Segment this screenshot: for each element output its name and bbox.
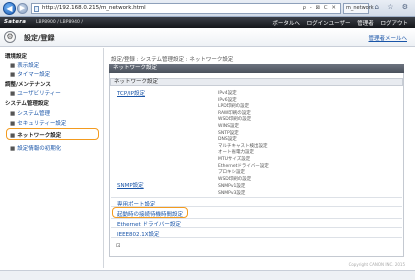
page-title: 設定/登録: [24, 34, 55, 42]
sidebar-item-usability[interactable]: ■ ユーザビリティー: [10, 89, 61, 97]
sidebar-head-preferences: 環境設定: [5, 54, 28, 60]
sidebar-item-initialize[interactable]: ■ 設定情報の初期化: [10, 144, 61, 152]
snmp-settings-link[interactable]: SNMP設定: [117, 181, 144, 189]
subsection-header: ネットワーク設定: [110, 78, 403, 86]
divider: [111, 218, 402, 219]
tcpip-item: RAW印刷の設定: [218, 110, 251, 116]
tcpip-item: プロキシ設定: [218, 170, 245, 176]
login-user: ログインユーザー: [306, 21, 351, 27]
copyright: Copyright CANON INC. 2015: [348, 262, 405, 267]
tcpip-settings-link[interactable]: TCP/IP設定: [117, 89, 145, 97]
admin-label: 管理者: [357, 21, 374, 27]
url-text: http://192.168.0.215/m_network.html: [42, 5, 146, 11]
browser-statusbar: [0, 270, 415, 280]
tcpip-item: LPD印刷の設定: [218, 104, 250, 110]
sidebar-item-timer[interactable]: ■ タイマー設定: [10, 70, 50, 78]
divider: [111, 197, 402, 198]
browser-tab[interactable]: m_network: [343, 3, 374, 14]
section-title: ネットワーク設定: [109, 64, 404, 73]
tcpip-item: IPv6設定: [218, 97, 237, 103]
sidebar: 環境設定 ■ 表示設定 ■ タイマー設定 調整/メンテナンス ■ ユーザビリティー シ…: [0, 48, 104, 268]
tcpip-item: MTUサイズ設定: [218, 157, 251, 162]
browser-toolbar: ◀ ▶ http://192.168.0.215/m_network.html …: [0, 0, 415, 17]
tcpip-item: マルチキャスト検出設定: [218, 143, 268, 149]
admin-mail-link[interactable]: 管理者メールへ: [368, 34, 407, 42]
breadcrumb: 設定/登録 : システム管理設定 : ネットワーク設定: [111, 57, 234, 63]
snmp-item: SNMPv3設定: [218, 191, 246, 196]
page-top-icon[interactable]: ⊡: [116, 243, 121, 249]
sidebar-item-display[interactable]: ■ 表示設定: [10, 61, 39, 69]
address-bar[interactable]: http://192.168.0.215/m_network.html ρ - …: [31, 3, 341, 14]
forward-icon[interactable]: ▶: [17, 3, 28, 14]
tcpip-item: IPv4設定: [218, 91, 237, 96]
back-icon[interactable]: ◀: [3, 2, 16, 15]
network-highlight: [6, 128, 99, 140]
header-bar: Satera LBP8900 / LBP8940 / ポータルへ ログインユーザ…: [0, 17, 415, 28]
tcpip-item: WSD印刷の設定: [218, 117, 252, 123]
browser-window-icons[interactable]: ⌂ ☆ ⚙: [375, 3, 411, 11]
address-controls[interactable]: ρ - ⊠ C ✕: [302, 4, 337, 13]
portal-link[interactable]: ポータルへ: [272, 21, 300, 27]
settings-icon: ⚙: [4, 31, 16, 43]
tcpip-item: WSD印刷の設定: [218, 176, 252, 182]
logout-link[interactable]: ログアウト: [380, 21, 408, 27]
tcpip-item: オート省電力設定: [218, 150, 254, 156]
sidebar-head-maintenance: 調整/メンテナンス: [5, 82, 51, 88]
wait-time-highlight: [112, 207, 188, 218]
sidebar-item-security[interactable]: ■ セキュリティー設定: [10, 119, 66, 127]
tcpip-item: SNTP設定: [218, 130, 239, 136]
tcpip-item: DNS設定: [218, 137, 237, 143]
tcpip-item: WINS設定: [218, 124, 239, 129]
brand-logo: Satera: [4, 19, 27, 25]
header-nav: ポータルへ ログインユーザー 管理者 ログアウト: [267, 19, 408, 27]
page-icon: [34, 6, 39, 12]
tcpip-item: Ethernetドライバー設定: [218, 163, 269, 169]
divider: [111, 227, 402, 228]
snmp-item: SNMPv1設定: [218, 184, 246, 189]
sidebar-item-system-management[interactable]: ■ システム管理: [10, 109, 50, 117]
divider: [111, 237, 402, 238]
device-name: LBP8900 / LBP8940 /: [36, 20, 83, 25]
title-row: ⚙ 設定/登録 管理者メールへ: [0, 28, 415, 47]
sidebar-head-system: システム管理設定: [5, 101, 49, 107]
